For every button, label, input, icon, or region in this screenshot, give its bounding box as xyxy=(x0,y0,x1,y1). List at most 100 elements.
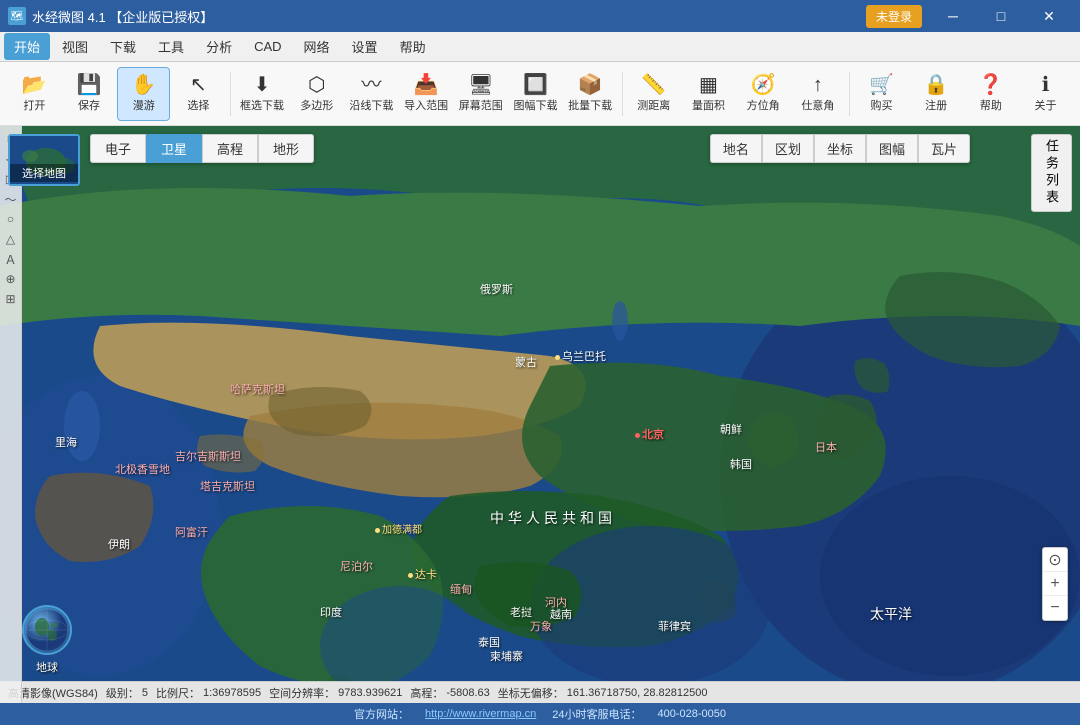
zoom-out-button[interactable]: − xyxy=(1043,596,1067,620)
tool-select[interactable]: ↖ 选择 xyxy=(172,67,225,121)
bearing-icon: 🧭 xyxy=(751,75,776,95)
tool-true-north[interactable]: ↑ 仕意角 xyxy=(792,67,845,121)
tool-polygon[interactable]: ⬡ 多边形 xyxy=(290,67,343,121)
menu-item-network[interactable]: 网络 xyxy=(294,33,340,60)
map-tabs: 电子 卫星 高程 地形 xyxy=(90,134,314,163)
tool-open-label: 打开 xyxy=(23,97,45,113)
tab-satellite[interactable]: 卫星 xyxy=(146,134,202,163)
tool-bearing-label: 方位角 xyxy=(747,97,780,113)
status-level: 级别： 5 xyxy=(106,685,148,701)
left-tool-triangle[interactable]: △ xyxy=(2,230,20,248)
tool-measure-area[interactable]: ▦ 量面积 xyxy=(682,67,735,121)
tab-elevation[interactable]: 高程 xyxy=(202,134,258,163)
tool-select-label: 选择 xyxy=(187,97,209,113)
batch-download-icon: 📦 xyxy=(578,75,603,95)
tool-box-download[interactable]: ⬇ 框选下载 xyxy=(236,67,289,121)
tool-tile-width[interactable]: 🔲 图幅下载 xyxy=(509,67,562,121)
coord-label: 坐标无偏移： xyxy=(498,685,564,701)
tab-coordinate[interactable]: 坐标 xyxy=(814,134,866,163)
toolbar-separator-2 xyxy=(622,72,623,116)
menu-item-start[interactable]: 开始 xyxy=(4,33,50,60)
map-right-controls: 地名 区划 坐标 图幅 瓦片 xyxy=(710,134,970,163)
map-thumbnail[interactable]: 选择地图 xyxy=(8,134,80,186)
save-icon: 💾 xyxy=(77,75,102,95)
menu-item-view[interactable]: 视图 xyxy=(52,33,98,60)
menu-item-cad[interactable]: CAD xyxy=(244,35,291,58)
tab-terrain[interactable]: 地形 xyxy=(258,134,314,163)
tool-save-label: 保存 xyxy=(78,97,100,113)
maximize-button[interactable]: □ xyxy=(978,0,1024,32)
measure-dist-icon: 📏 xyxy=(641,75,666,95)
tab-tile-map[interactable]: 图幅 xyxy=(866,134,918,163)
tool-batch-download-label: 批量下载 xyxy=(568,97,612,113)
menu-item-help[interactable]: 帮助 xyxy=(390,33,436,60)
tab-place-name[interactable]: 地名 xyxy=(710,134,762,163)
close-button[interactable]: ✕ xyxy=(1026,0,1072,32)
elevation-value: -5808.63 xyxy=(446,687,489,699)
box-download-icon: ⬇ xyxy=(254,75,271,95)
elevation-label: 高程： xyxy=(410,685,443,701)
tool-purchase[interactable]: 🛒 购买 xyxy=(855,67,908,121)
map-area[interactable]: 俄罗斯 蒙古 哈萨克斯坦 中华人民共和国 朝鲜 韩国 印度 尼泊尔 北极香雪地 … xyxy=(0,126,1080,681)
tool-help[interactable]: ❓ 帮助 xyxy=(965,67,1018,121)
tool-help-label: 帮助 xyxy=(980,97,1002,113)
menu-item-settings[interactable]: 设置 xyxy=(342,33,388,60)
polygon-icon: ⬡ xyxy=(308,75,325,95)
tool-about[interactable]: ℹ 关于 xyxy=(1019,67,1072,121)
tool-box-download-label: 框选下载 xyxy=(240,97,284,113)
roam-icon: ✋ xyxy=(131,75,156,95)
website-url[interactable]: http://www.rivermap.cn xyxy=(425,708,536,720)
map-thumbnail-label: 选择地图 xyxy=(10,164,78,182)
menu-item-download[interactable]: 下载 xyxy=(100,33,146,60)
status-scale: 比例尺： 1:36978595 xyxy=(156,685,261,701)
tool-roam[interactable]: ✋ 漫游 xyxy=(117,67,170,121)
tool-register[interactable]: 🔒 注册 xyxy=(910,67,963,121)
tab-tile[interactable]: 瓦片 xyxy=(918,134,970,163)
measure-area-icon: ▦ xyxy=(699,75,718,95)
select-icon: ↖ xyxy=(190,75,207,95)
tool-contour[interactable]: 〰 沿线下载 xyxy=(345,67,398,121)
menu-item-analyze[interactable]: 分析 xyxy=(196,33,242,60)
toolbar-separator-1 xyxy=(230,72,231,116)
zoom-reset-button[interactable]: ⊙ xyxy=(1043,548,1067,572)
tool-measure-area-label: 量面积 xyxy=(692,97,725,113)
map-canvas[interactable]: 俄罗斯 蒙古 哈萨克斯坦 中华人民共和国 朝鲜 韩国 印度 尼泊尔 北极香雪地 … xyxy=(0,126,1080,681)
left-tool-wave[interactable]: 〜 xyxy=(2,190,20,208)
resolution-label: 空间分辨率： xyxy=(269,685,335,701)
tool-bearing[interactable]: 🧭 方位角 xyxy=(737,67,790,121)
map-svg xyxy=(0,126,1080,681)
tab-electronic[interactable]: 电子 xyxy=(90,134,146,163)
left-tool-grid[interactable]: ⊞ xyxy=(2,290,20,308)
resolution-value: 9783.939621 xyxy=(338,687,402,699)
register-icon: 🔒 xyxy=(924,75,949,95)
login-button[interactable]: 未登录 xyxy=(866,5,922,28)
open-icon: 📂 xyxy=(22,75,47,95)
tool-contour-label: 沿线下载 xyxy=(349,97,393,113)
tool-measure-dist[interactable]: 📏 测距离 xyxy=(627,67,680,121)
tool-register-label: 注册 xyxy=(925,97,947,113)
tool-open[interactable]: 📂 打开 xyxy=(8,67,61,121)
screen-range-icon: 🖥 xyxy=(468,75,493,95)
status-resolution: 空间分辨率： 9783.939621 xyxy=(269,685,402,701)
tool-import-range[interactable]: 📥 导入范围 xyxy=(400,67,453,121)
tab-district[interactable]: 区划 xyxy=(762,134,814,163)
window-controls: ─ □ ✕ xyxy=(930,0,1072,32)
left-tool-plus-circle[interactable]: ⊕ xyxy=(2,270,20,288)
scale-value: 1:36978595 xyxy=(203,687,261,699)
help-icon: ❓ xyxy=(978,75,1003,95)
tool-screen-range[interactable]: 🖥 屏幕范围 xyxy=(454,67,507,121)
toolbar: 📂 打开 💾 保存 ✋ 漫游 ↖ 选择 ⬇ 框选下载 ⬡ 多边形 〰 沿线下载 … xyxy=(0,62,1080,126)
minimize-button[interactable]: ─ xyxy=(930,0,976,32)
task-list-button[interactable]: 任务列表 xyxy=(1031,134,1072,212)
globe-label: 地球 xyxy=(22,659,72,675)
tile-width-icon: 🔲 xyxy=(523,75,548,95)
globe-icon[interactable] xyxy=(22,605,72,655)
tool-batch-download[interactable]: 📦 批量下载 xyxy=(564,67,617,121)
left-tool-text[interactable]: Ａ xyxy=(2,250,20,268)
tool-save[interactable]: 💾 保存 xyxy=(63,67,116,121)
menu-item-tools[interactable]: 工具 xyxy=(148,33,194,60)
left-tool-circle[interactable]: ○ xyxy=(2,210,20,228)
level-value: 5 xyxy=(142,687,148,699)
zoom-in-button[interactable]: + xyxy=(1043,572,1067,596)
statusbar: 高清影像(WGS84) 级别： 5 比例尺： 1:36978595 空间分辨率：… xyxy=(0,681,1080,703)
